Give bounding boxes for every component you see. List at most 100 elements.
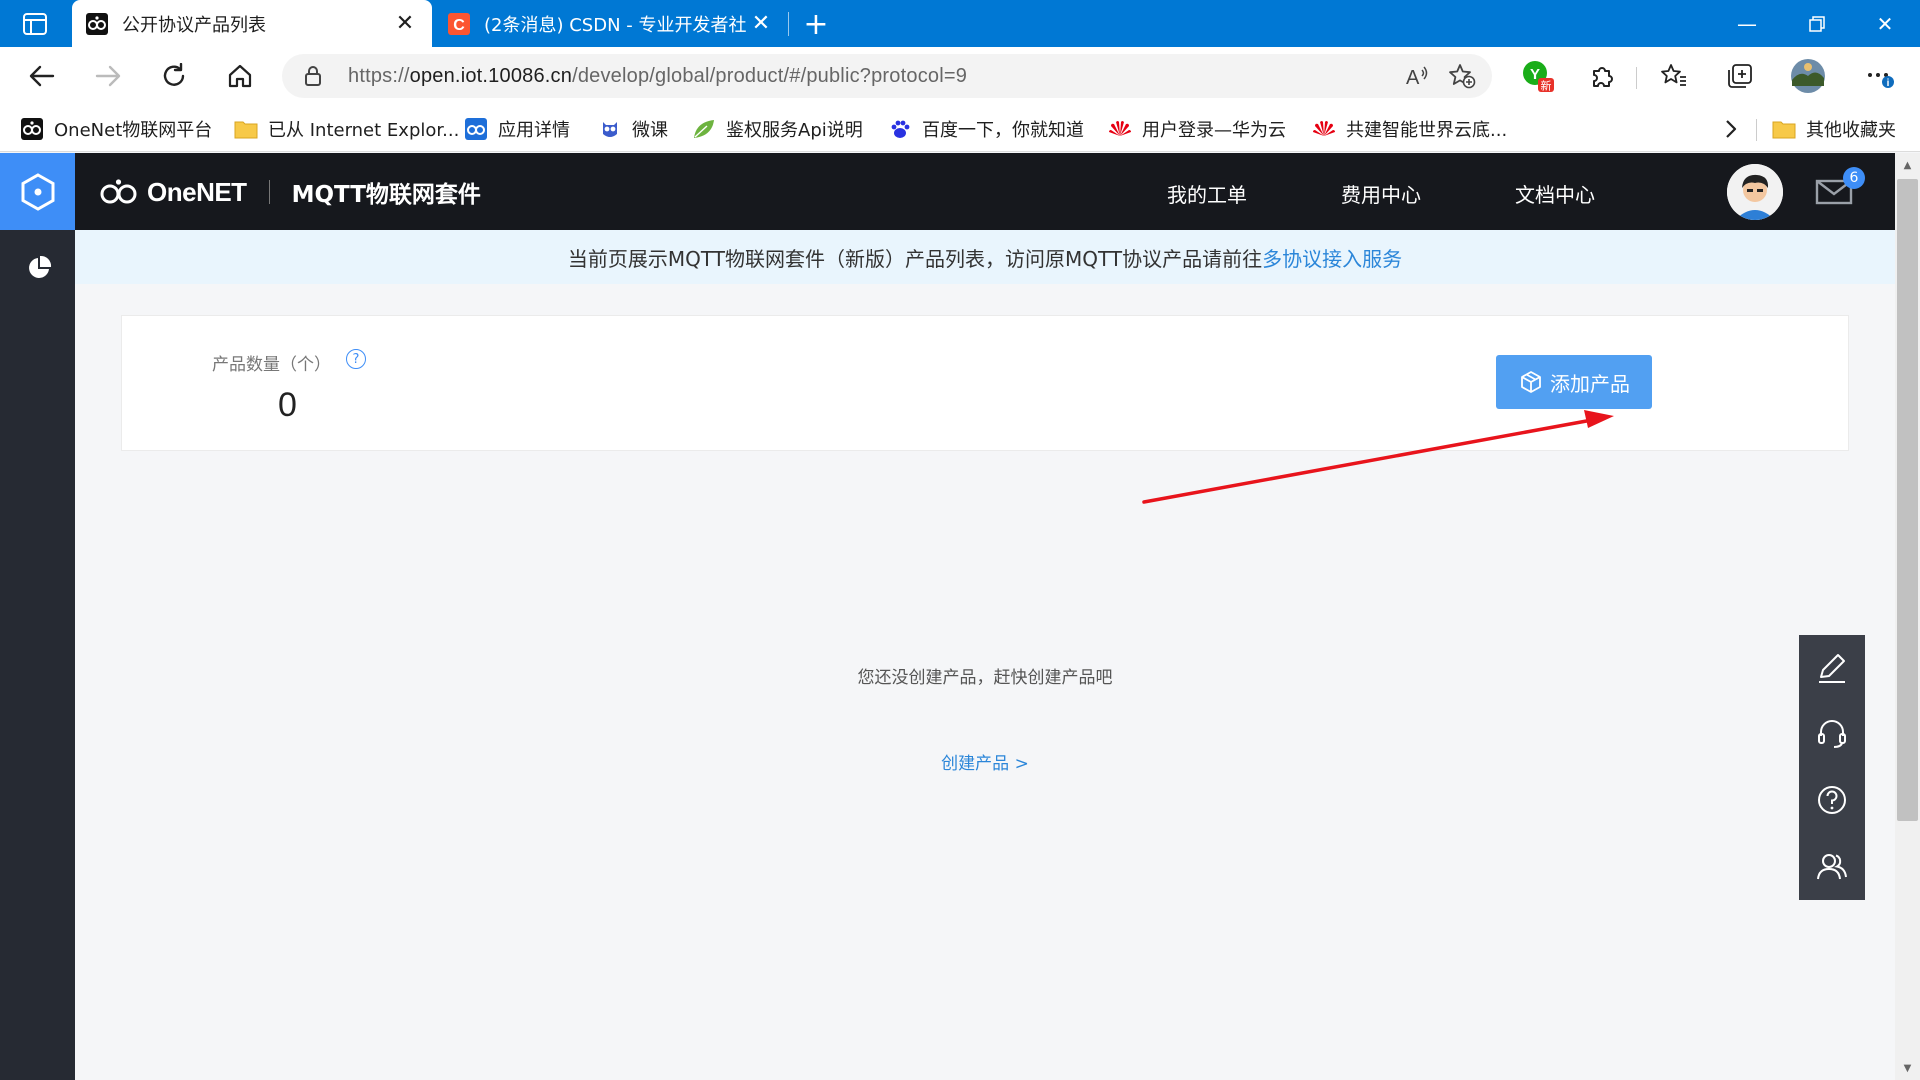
profile-avatar[interactable] <box>1788 57 1828 95</box>
add-product-label: 添加产品 <box>1550 371 1630 396</box>
page-scrollbar[interactable]: ▲ ▼ <box>1895 153 1920 1080</box>
bookmark-item[interactable]: OneNet物联网平台 <box>20 115 212 143</box>
nav-my-tickets[interactable]: 我的工单 <box>1167 179 1247 208</box>
brand-divider <box>268 180 270 204</box>
svg-text:C: C <box>453 17 465 34</box>
forward-icon[interactable] <box>88 57 128 95</box>
bookmark-item[interactable]: 共建智能世界云底... <box>1312 115 1507 143</box>
tab-actions-icon[interactable] <box>18 10 52 38</box>
help-question-icon[interactable] <box>1799 767 1865 833</box>
bookmark-label: 微课 <box>632 120 668 141</box>
bookmark-label: 已从 Internet Explor... <box>268 120 460 141</box>
read-aloud-icon[interactable]: A <box>1404 63 1430 89</box>
close-tab-icon[interactable]: ✕ <box>748 11 774 37</box>
bookmark-item[interactable]: 微课 <box>598 115 668 143</box>
bookmark-item[interactable]: 应用详情 <box>464 115 570 143</box>
bookmark-label: 用户登录—华为云 <box>1142 120 1286 141</box>
customer-service-headset-icon[interactable] <box>1799 701 1865 767</box>
bookmark-item[interactable]: 鉴权服务Api说明 <box>692 115 863 143</box>
onenet-icon <box>464 117 488 141</box>
url-text: https://open.iot.10086.cn/develop/global… <box>348 65 967 88</box>
bookmarks-overflow-chevron-icon[interactable] <box>1724 115 1738 143</box>
refresh-icon[interactable] <box>154 57 194 95</box>
overview-pie-icon[interactable] <box>26 255 52 281</box>
extension-badge: 新 <box>1541 79 1552 93</box>
favorites-icon[interactable] <box>1654 57 1694 95</box>
bookmark-item[interactable]: 已从 Internet Explor... <box>234 115 459 143</box>
bookmark-label: OneNet物联网平台 <box>54 120 213 141</box>
baidu-paw-icon <box>888 117 912 141</box>
multi-protocol-link[interactable]: 多协议接入服务 <box>1262 243 1402 272</box>
add-favorite-icon[interactable] <box>1448 63 1476 89</box>
brand-name: OneNET <box>147 176 247 207</box>
bookmark-item[interactable]: 用户登录—华为云 <box>1108 115 1286 143</box>
bookmark-label: 鉴权服务Api说明 <box>726 120 863 141</box>
top-navigation: OneNET MQTT物联网套件 我的工单 费用中心 文档中心 6 <box>75 153 1895 230</box>
onenet-icon <box>86 12 108 35</box>
other-bookmarks-folder[interactable]: 其他收藏夹 <box>1772 115 1896 143</box>
mail-count-badge: 6 <box>1843 167 1865 189</box>
url-path: /develop/global/product/#/public?protoco… <box>572 64 968 87</box>
user-avatar[interactable] <box>1727 164 1783 220</box>
tab-title: 公开协议产品列表 <box>122 14 266 36</box>
tab-csdn[interactable]: C (2条消息) CSDN - 专业开发者社区 ✕ <box>436 0 786 47</box>
brand[interactable]: OneNET MQTT物联网套件 <box>99 173 481 211</box>
notice-text: 当前页展示MQTT物联网套件（新版）产品列表，访问原MQTT协议产品请前往 <box>567 246 1263 271</box>
svg-text:i: i <box>1887 78 1890 89</box>
scroll-up-icon[interactable]: ▲ <box>1895 155 1920 175</box>
bookmark-label: 其他收藏夹 <box>1806 120 1896 141</box>
owl-icon <box>598 117 622 141</box>
add-product-button[interactable]: 添加产品 <box>1496 355 1652 409</box>
csdn-icon: C <box>448 12 470 35</box>
lock-icon[interactable] <box>302 65 324 87</box>
tab-onenet-products[interactable]: 公开协议产品列表 ✕ <box>72 0 432 47</box>
bookmarks-divider <box>1756 119 1757 141</box>
extensions-puzzle-icon[interactable] <box>1582 57 1622 95</box>
collections-icon[interactable] <box>1720 57 1760 95</box>
scroll-down-icon[interactable]: ▼ <box>1895 1058 1920 1078</box>
folder-icon <box>1772 117 1796 141</box>
feedback-edit-icon[interactable] <box>1799 635 1865 701</box>
back-icon[interactable] <box>22 57 62 95</box>
onenet-logo-icon <box>100 179 137 204</box>
address-bar[interactable]: https://open.iot.10086.cn/develop/global… <box>282 54 1492 98</box>
close-tab-icon[interactable]: ✕ <box>392 11 418 37</box>
more-options-icon[interactable]: i <box>1860 57 1900 95</box>
onenet-icon <box>20 117 44 141</box>
nav-docs-center[interactable]: 文档中心 <box>1515 179 1595 208</box>
help-icon[interactable]: ? <box>346 349 366 369</box>
url-scheme: https:// <box>348 64 410 87</box>
folder-icon <box>234 117 258 141</box>
leaf-icon <box>692 117 716 141</box>
extension-wechat-icon[interactable]: Y新 <box>1518 57 1558 95</box>
create-product-link[interactable]: 创建产品 > <box>0 749 1920 774</box>
scrollbar-thumb[interactable] <box>1897 179 1918 821</box>
product-count-value: 0 <box>278 386 297 424</box>
svg-text:A: A <box>1406 67 1420 87</box>
new-tab-button[interactable]: + <box>800 7 832 42</box>
restore-icon[interactable] <box>1782 0 1852 47</box>
toolbar-divider <box>1636 67 1637 89</box>
huawei-icon <box>1312 117 1336 141</box>
bookmark-item[interactable]: 百度一下，你就知道 <box>888 115 1084 143</box>
url-host: open.iot.10086.cn <box>409 64 573 87</box>
nav-billing-center[interactable]: 费用中心 <box>1341 179 1421 208</box>
browser-tab-bar: 公开协议产品列表 ✕ C (2条消息) CSDN - 专业开发者社区 ✕ + —… <box>0 0 1920 47</box>
browser-toolbar: https://open.iot.10086.cn/develop/global… <box>0 47 1920 105</box>
create-product-label[interactable]: 创建产品 > <box>941 754 1029 774</box>
web-page: OneNET MQTT物联网套件 我的工单 费用中心 文档中心 6 当前页展示M… <box>0 153 1920 1080</box>
home-icon[interactable] <box>220 57 260 95</box>
bookmark-label: 百度一下，你就知道 <box>922 120 1084 141</box>
close-window-icon[interactable]: ✕ <box>1850 0 1920 47</box>
huawei-icon <box>1108 117 1132 141</box>
minimize-icon[interactable]: — <box>1712 0 1782 47</box>
community-users-icon[interactable] <box>1799 833 1865 899</box>
product-count-label: 产品数量（个） <box>212 355 331 375</box>
left-sidebar <box>0 153 75 1080</box>
bookmarks-bar: OneNet物联网平台 已从 Internet Explor... 应用详情 微… <box>0 105 1920 152</box>
product-logo-icon[interactable] <box>0 153 75 230</box>
floating-tool-panel <box>1799 635 1865 900</box>
tab-title: (2条消息) CSDN - 专业开发者社区 <box>484 14 748 36</box>
empty-state-message: 您还没创建产品，赶快创建产品吧 <box>857 668 1113 688</box>
notice-banner: 当前页展示MQTT物联网套件（新版）产品列表，访问原MQTT协议产品请前往 多协… <box>75 230 1895 284</box>
